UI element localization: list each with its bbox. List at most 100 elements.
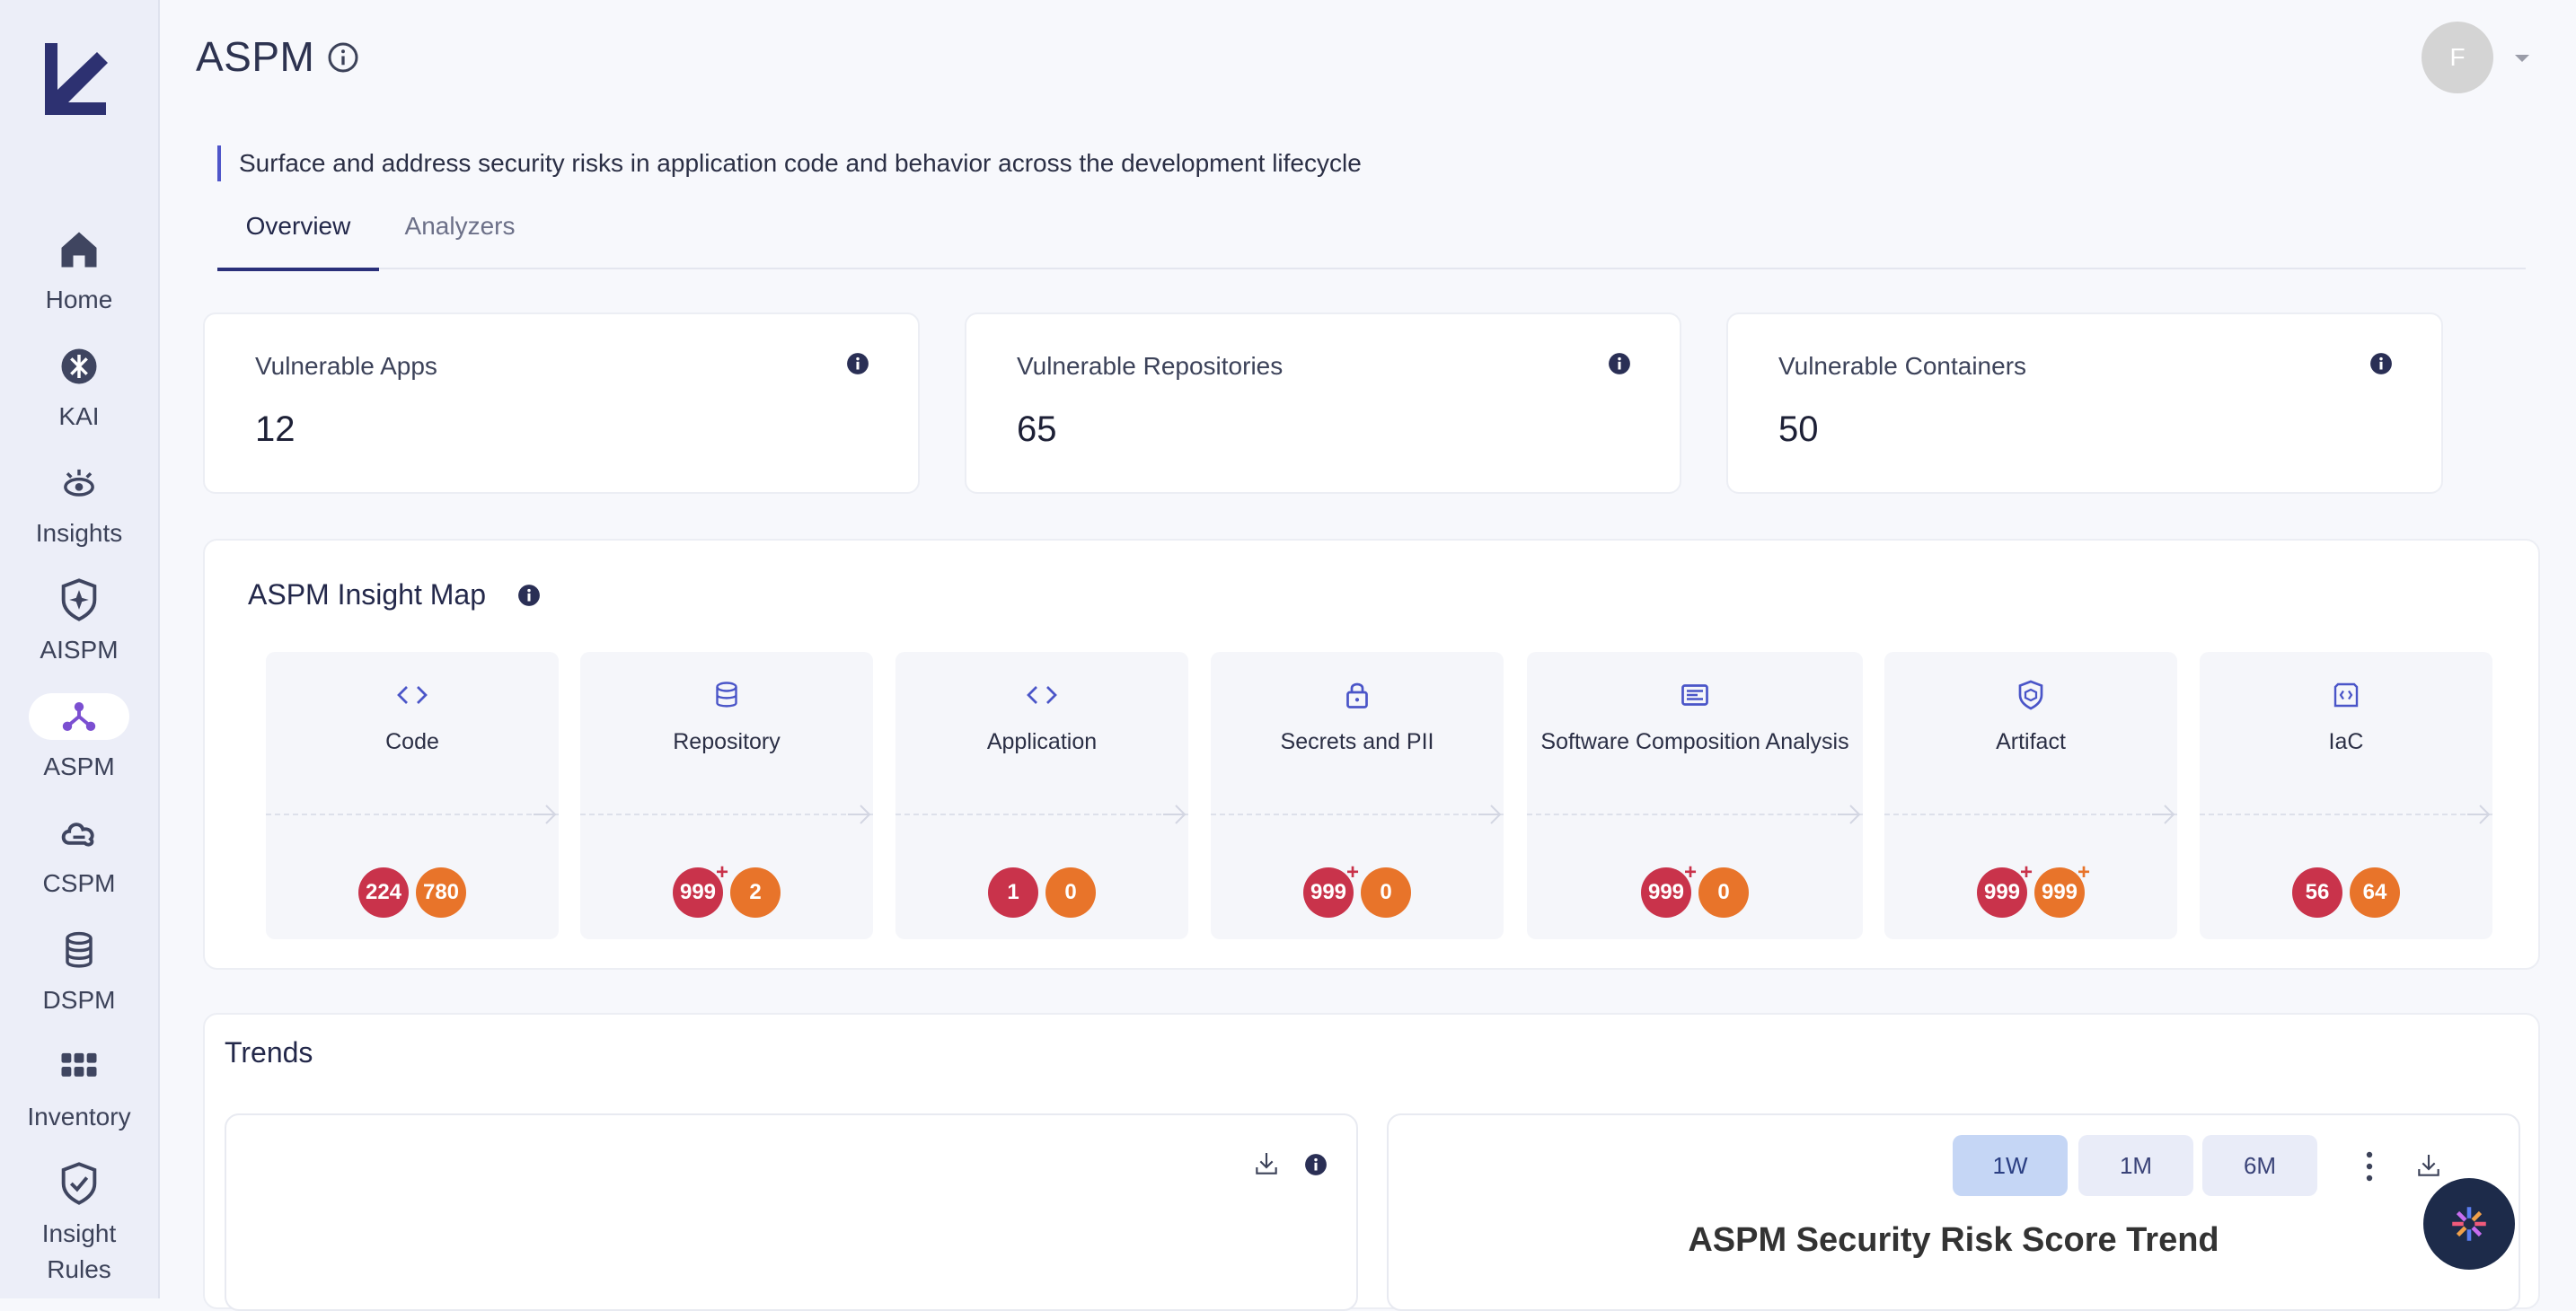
sidebar-item-kai[interactable]: KAI [0, 343, 158, 435]
code-icon [266, 679, 559, 716]
critical-count-badge[interactable]: 999 + [1303, 860, 1359, 918]
sidebar-item-label: CSPM [42, 869, 116, 897]
stat-card-vulnerable-containers[interactable]: Vulnerable Containers 50 [1726, 312, 2443, 494]
trend-chart-card-left [225, 1113, 1358, 1311]
kai-icon [29, 343, 129, 390]
sidebar-item-aspm[interactable]: ASPM [0, 693, 158, 785]
database-icon [29, 927, 129, 973]
chevron-down-icon[interactable] [2513, 52, 2531, 69]
download-icon[interactable] [2414, 1151, 2443, 1184]
insight-map-title: ASPM Insight Map [248, 578, 486, 611]
cloud-icon [29, 810, 129, 857]
stat-label: Vulnerable Containers [1778, 352, 2027, 380]
tab-analyzers[interactable]: Analyzers [379, 203, 541, 268]
home-icon [29, 226, 129, 273]
stage-label: Repository [673, 729, 781, 754]
high-count-badge[interactable]: 0 [1045, 867, 1096, 918]
arrow-right-icon [1161, 803, 1188, 831]
stage-label: Secrets and PII [1280, 729, 1434, 754]
stat-value: 12 [255, 409, 296, 449]
high-count-badge[interactable]: 0 [1698, 867, 1749, 918]
flow-line [1527, 814, 1863, 815]
critical-count-badge[interactable]: 224 [358, 867, 409, 918]
sidebar-item-label: Inventory [27, 1103, 131, 1131]
critical-count-badge[interactable]: 56 [2292, 867, 2342, 918]
critical-count-badge[interactable]: 999 + [1641, 860, 1697, 918]
flow-line [266, 814, 559, 815]
sidebar-item-label: Insights [35, 519, 123, 547]
stage-label: Application [986, 729, 1098, 754]
database-icon [580, 679, 873, 716]
shield-star-icon [29, 576, 129, 623]
sidebar-item-insights[interactable]: Insights [0, 460, 158, 551]
flow-line [580, 814, 873, 815]
arrow-right-icon [1477, 803, 1504, 831]
insight-stage-application[interactable]: Application 1 0 [895, 652, 1188, 939]
sidebar-item-label: Home [45, 286, 113, 313]
insight-stage-code[interactable]: Code 224 780 [266, 652, 559, 939]
stat-card-vulnerable-repositories[interactable]: Vulnerable Repositories 65 [965, 312, 1681, 494]
insight-stage-artifact[interactable]: Artifact 999 + 999 + [1884, 652, 2177, 939]
iac-icon [2200, 679, 2492, 716]
insight-stage-secrets-pii[interactable]: Secrets and PII 999 + 0 [1211, 652, 1504, 939]
arrow-right-icon [2466, 803, 2492, 831]
stat-value: 50 [1778, 409, 1819, 449]
stat-label: Vulnerable Apps [255, 352, 437, 380]
page-title: ASPM [196, 33, 315, 80]
avatar[interactable]: F [2422, 22, 2493, 93]
stat-value: 65 [1017, 409, 1057, 449]
info-icon[interactable] [1304, 1153, 1328, 1181]
more-vertical-icon[interactable] [2359, 1149, 2380, 1188]
tab-bar: Overview Analyzers [217, 203, 2526, 271]
range-1w-button[interactable]: 1W [1953, 1135, 2068, 1196]
stat-label: Vulnerable Repositories [1017, 352, 1284, 380]
sidebar-item-label: DSPM [42, 986, 116, 1014]
range-6m-button[interactable]: 6M [2202, 1135, 2317, 1196]
insight-stage-sca[interactable]: Software Composition Analysis 999 + 0 [1527, 652, 1863, 939]
insight-stage-repository[interactable]: Repository 999 + 2 [580, 652, 873, 939]
high-count-badge[interactable]: 999 + [2034, 860, 2090, 918]
critical-count-badge[interactable]: 1 [988, 867, 1038, 918]
stage-label: Artifact [1996, 729, 2066, 754]
info-icon[interactable] [2369, 352, 2393, 380]
page-description: Surface and address security risks in ap… [217, 145, 1362, 181]
stage-label: Code [385, 729, 439, 754]
high-count-badge[interactable]: 0 [1361, 867, 1411, 918]
arrow-right-icon [1836, 803, 1863, 831]
download-icon[interactable] [1252, 1149, 1281, 1183]
arrow-right-icon [2150, 803, 2177, 831]
code-icon [895, 679, 1188, 716]
high-count-badge[interactable]: 2 [730, 867, 781, 918]
range-1m-button[interactable]: 1M [2078, 1135, 2193, 1196]
critical-count-badge[interactable]: 999 + [673, 860, 728, 918]
arrow-right-icon [532, 803, 559, 831]
shield-check-icon [29, 1160, 129, 1207]
stage-label: IaC [2328, 729, 2364, 754]
sidebar-item-home[interactable]: Home [0, 226, 158, 318]
sidebar-item-aispm[interactable]: AISPM [0, 576, 158, 668]
grid-icon [29, 1043, 129, 1090]
sidebar-item-cspm[interactable]: CSPM [0, 810, 158, 902]
sca-icon [1527, 679, 1863, 716]
assistant-fab-button[interactable] [2423, 1178, 2515, 1270]
info-icon[interactable] [846, 352, 869, 380]
tab-overview[interactable]: Overview [217, 203, 379, 271]
sidebar-item-inventory[interactable]: Inventory [0, 1043, 158, 1135]
info-outline-icon[interactable] [327, 41, 359, 78]
network-icon [29, 693, 129, 740]
sidebar: Home KAI Insights AISPM ASPM CSPM DSPM I… [0, 0, 160, 1298]
high-count-badge[interactable]: 780 [416, 867, 466, 918]
info-icon[interactable] [1608, 352, 1631, 380]
stat-card-vulnerable-apps[interactable]: Vulnerable Apps 12 [203, 312, 920, 494]
high-count-badge[interactable]: 64 [2350, 867, 2400, 918]
app-logo[interactable] [41, 40, 117, 120]
sidebar-item-insight-rules[interactable]: Insight Rules [0, 1160, 158, 1288]
artifact-shield-icon [1884, 679, 2177, 716]
info-icon[interactable] [517, 584, 541, 612]
critical-count-badge[interactable]: 999 + [1977, 860, 2033, 918]
sidebar-item-dspm[interactable]: DSPM [0, 927, 158, 1018]
insight-stage-iac[interactable]: IaC 56 64 [2200, 652, 2492, 939]
sidebar-item-label: AISPM [40, 636, 119, 664]
arrow-right-icon [846, 803, 873, 831]
stage-label: Software Composition Analysis [1540, 729, 1849, 754]
